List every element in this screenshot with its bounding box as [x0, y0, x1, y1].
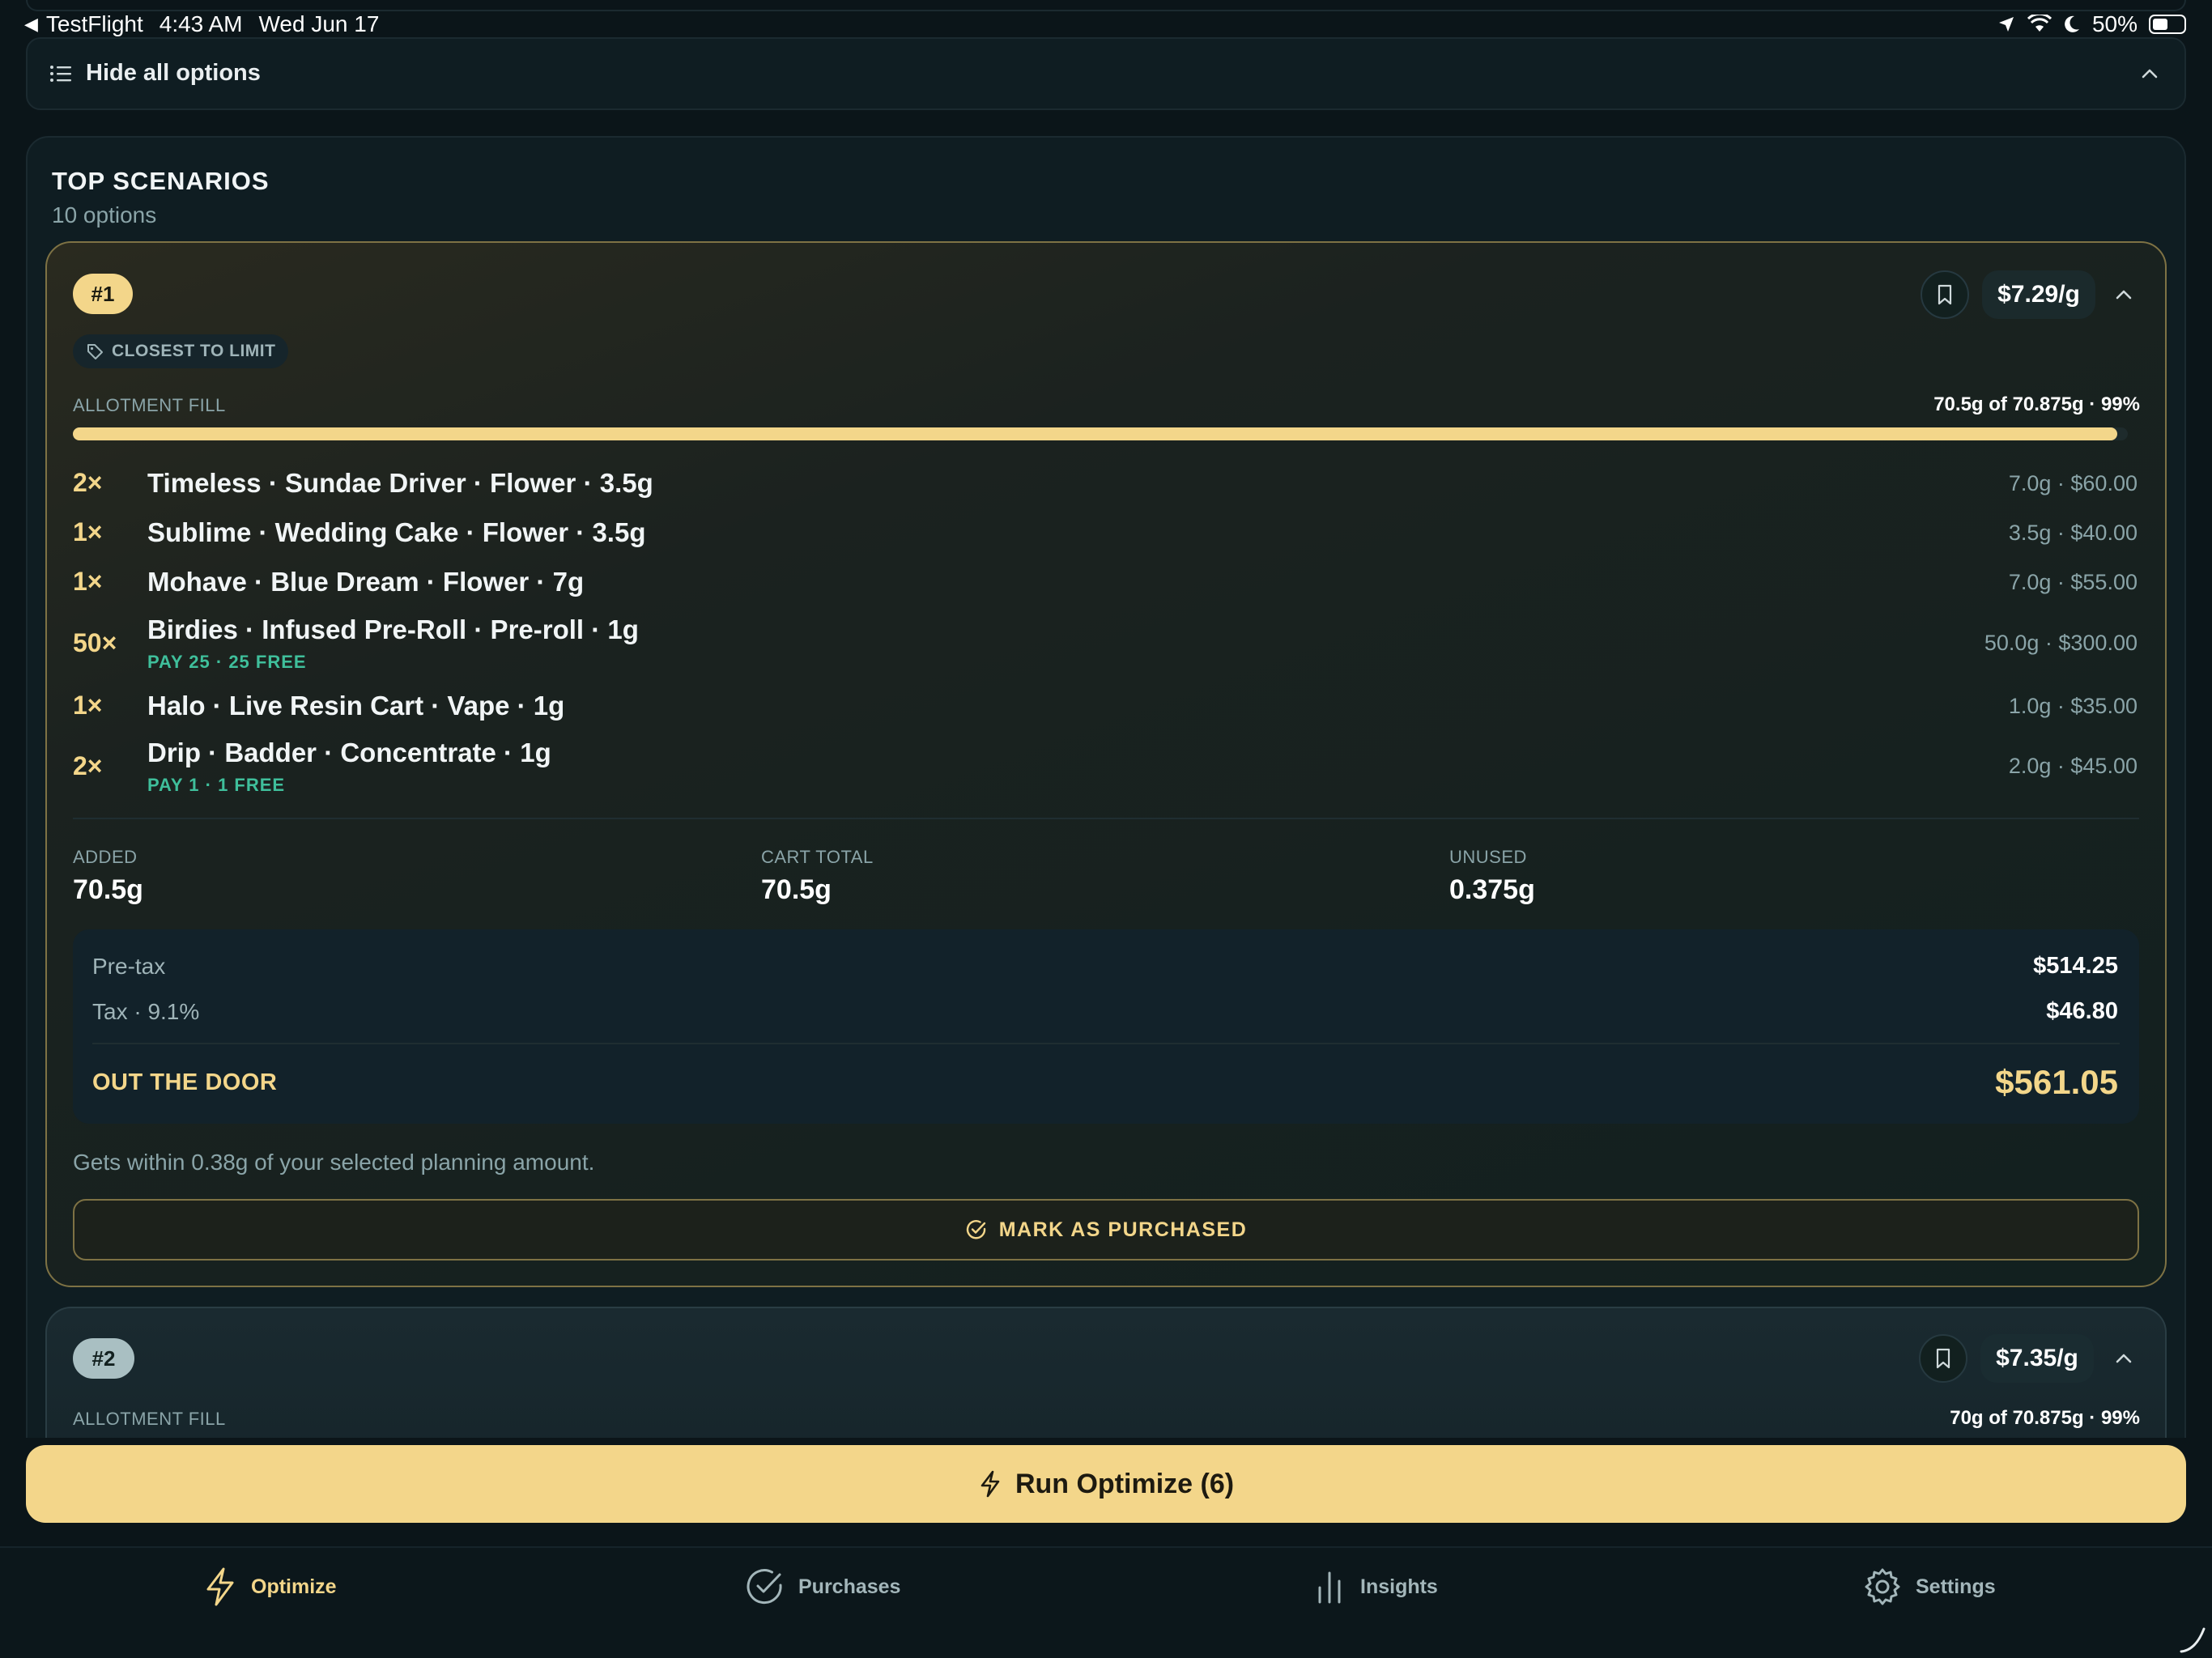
cart-total-value: 70.5g: [761, 874, 832, 905]
mark-as-purchased-label: MARK AS PURCHASED: [998, 1218, 1248, 1241]
tax-label: Tax · 9.1%: [92, 999, 200, 1024]
back-to-app-icon[interactable]: ◀: [24, 14, 38, 35]
allotment-fill-label: ALLOTMENT FILL: [73, 1409, 226, 1429]
item-quantity: 1×: [73, 691, 103, 720]
item-weight-price: 3.5g · $40.00: [2008, 521, 2138, 545]
moon-icon: [2065, 15, 2079, 32]
items-divider: [73, 818, 2139, 819]
unused-label: UNUSED: [1449, 847, 1527, 867]
item-name: Timeless · Sundae Driver · Flower · 3.5g: [147, 468, 653, 498]
allotment-fill-label: ALLOTMENT FILL: [73, 395, 226, 415]
status-date: Wed Jun 17: [258, 11, 380, 36]
allotment-fill-value: 70.5g of 70.875g · 99%: [1933, 393, 2140, 415]
totals-box: [73, 929, 2139, 1124]
allotment-progress-fill: [73, 427, 2118, 440]
tab-purchases[interactable]: Purchases: [745, 1566, 900, 1608]
run-optimize-button[interactable]: Run Optimize (6): [26, 1445, 2186, 1523]
unused-value: 0.375g: [1449, 874, 1535, 905]
status-bar-left: ◀ TestFlight 4:43 AM Wed Jun 17: [24, 11, 379, 37]
cart-total-label: CART TOTAL: [761, 847, 874, 867]
panel-title: TOP SCENARIOS: [52, 167, 270, 195]
status-time: 4:43 AM: [159, 11, 243, 36]
battery-icon: [2149, 15, 2186, 34]
bookmark-icon: [1936, 1348, 1950, 1369]
bookmark-icon: [1938, 284, 1952, 305]
item-weight-price: 7.0g · $55.00: [2008, 570, 2138, 594]
price-per-gram: $7.29/g: [1982, 270, 2095, 319]
tax-value: $46.80: [2046, 998, 2118, 1024]
item-deal: PAY 1 · 1 FREE: [147, 775, 286, 795]
item-quantity: 2×: [73, 751, 103, 780]
rank-badge: #1: [73, 274, 133, 314]
bookmark-button[interactable]: [1919, 1334, 1967, 1383]
bookmark-button[interactable]: [1921, 270, 1969, 319]
wifi-icon: [2027, 15, 2052, 32]
check-circle-icon: [747, 1569, 782, 1605]
item-quantity: 1×: [73, 517, 103, 546]
tag-icon: [87, 344, 103, 359]
item-weight-price: 2.0g · $45.00: [2008, 754, 2138, 778]
back-app-label[interactable]: TestFlight: [46, 11, 143, 37]
closest-to-limit-tag: CLOSEST TO LIMIT: [73, 334, 289, 368]
tab-purchases-label: Purchases: [798, 1575, 901, 1598]
item-deal: PAY 25 · 25 FREE: [147, 652, 307, 672]
added-label: ADDED: [73, 847, 138, 867]
tab-settings-label: Settings: [1916, 1575, 1996, 1598]
item-name: Sublime · Wedding Cake · Flower · 3.5g: [147, 517, 646, 547]
previous-section-edge: [26, 0, 2186, 11]
location-icon: [1998, 17, 2014, 32]
gear-icon: [1865, 1568, 1900, 1605]
item-quantity: 50×: [73, 628, 117, 657]
tab-insights[interactable]: Insights: [1312, 1566, 1438, 1608]
item-weight-price: 7.0g · $60.00: [2008, 471, 2138, 495]
check-circle-icon: [966, 1220, 985, 1239]
rank-badge: #2: [73, 1338, 134, 1379]
options-toggle-label: Hide all options: [86, 60, 261, 86]
tab-settings[interactable]: Settings: [1862, 1566, 1996, 1608]
tag-label: CLOSEST TO LIMIT: [112, 342, 276, 360]
added-value: 70.5g: [73, 874, 143, 905]
panel-subtitle: 10 options: [52, 202, 157, 227]
mark-as-purchased-button[interactable]: MARK AS PURCHASED: [73, 1199, 2139, 1261]
scenario-note: Gets within 0.38g of your selected plann…: [73, 1150, 595, 1175]
pretax-label: Pre-tax: [92, 954, 166, 979]
list-icon: [50, 66, 71, 82]
item-quantity: 2×: [73, 468, 103, 497]
tab-insights-label: Insights: [1360, 1575, 1438, 1598]
item-name: Mohave · Blue Dream · Flower · 7g: [147, 567, 585, 597]
collapse-chevron-icon[interactable]: [2110, 281, 2138, 308]
item-weight-price: 1.0g · $35.00: [2008, 694, 2138, 718]
run-optimize-label: Run Optimize (6): [1015, 1468, 1235, 1499]
out-the-door-value: $561.05: [1995, 1063, 2118, 1101]
item-name: Halo · Live Resin Cart · Vape · 1g: [147, 691, 565, 721]
status-bar-right: 50%: [1997, 11, 2186, 37]
bar-chart-icon: [1318, 1571, 1341, 1604]
pretax-value: $514.25: [2033, 953, 2118, 979]
totals-divider: [92, 1043, 2120, 1044]
bolt-icon: [981, 1470, 1000, 1498]
collapse-chevron-icon[interactable]: [2110, 1345, 2138, 1372]
item-name: Drip · Badder · Concentrate · 1g: [147, 738, 551, 767]
item-name: Birdies · Infused Pre-Roll · Pre-roll · …: [147, 614, 639, 644]
allotment-progress: [73, 427, 2128, 440]
home-indicator-icon: [2180, 1627, 2206, 1653]
bolt-icon: [206, 1567, 234, 1606]
price-per-gram: $7.35/g: [1980, 1334, 2094, 1383]
chevron-up-icon: [2142, 69, 2158, 79]
options-toggle-bar[interactable]: Hide all options: [26, 37, 2186, 110]
allotment-fill-value: 70g of 70.875g · 99%: [1950, 1407, 2140, 1429]
battery-percent: 50%: [2091, 11, 2138, 36]
item-quantity: 1×: [73, 567, 103, 596]
tab-optimize-label: Optimize: [251, 1575, 337, 1598]
tab-optimize[interactable]: Optimize: [202, 1566, 337, 1608]
out-the-door-label: OUT THE DOOR: [92, 1069, 278, 1095]
item-weight-price: 50.0g · $300.00: [1984, 631, 2138, 655]
